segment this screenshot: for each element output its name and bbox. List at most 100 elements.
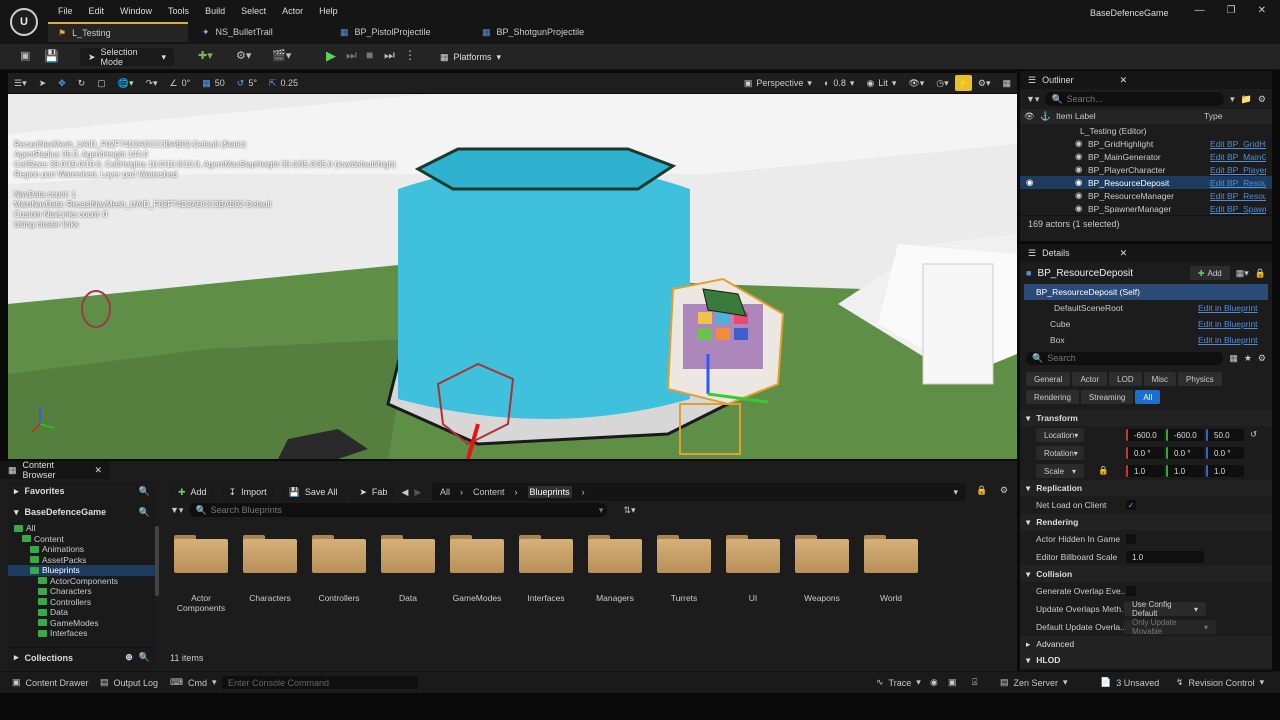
component-row[interactable]: Box Edit in Blueprint xyxy=(1024,332,1268,348)
tree-folder[interactable]: AssetPacks xyxy=(8,555,156,566)
rotation-y-field[interactable]: 0.0 ° xyxy=(1166,447,1204,459)
star-icon[interactable]: ★ xyxy=(1244,353,1252,364)
scale-snap-toggle[interactable]: ⇱ 0.25 xyxy=(263,74,304,92)
close-icon[interactable]: ✕ xyxy=(94,465,102,476)
add-content-icon[interactable]: ✚▾ xyxy=(198,49,213,62)
folder-tile[interactable] xyxy=(795,535,849,575)
project-header[interactable]: ▾ BaseDefenceGame 🔍 xyxy=(8,501,156,523)
viewport-menu-button[interactable]: ☰▾ xyxy=(8,74,33,92)
trace-dropdown[interactable]: ∿ Trace ▾ xyxy=(876,677,921,688)
rotation-x-field[interactable]: 0.0 ° xyxy=(1126,447,1164,459)
tree-folder[interactable]: All xyxy=(8,523,156,534)
screenshot-icon[interactable]: ▣ xyxy=(948,677,957,688)
platforms-dropdown[interactable]: ▦ Platforms ▾ xyxy=(432,48,504,66)
folder-tile[interactable] xyxy=(726,535,780,575)
eject-icon[interactable]: ⏭ xyxy=(384,48,395,63)
details-search-input[interactable]: 🔍 Search xyxy=(1026,351,1224,365)
surface-snap-toggle[interactable]: ↷▾ xyxy=(139,74,163,92)
lock-icon[interactable]: 🔒 xyxy=(1255,268,1266,279)
add-folder-icon[interactable]: 📁 xyxy=(1241,94,1252,105)
gear-icon[interactable]: ⚙ xyxy=(1000,485,1008,496)
breadcrumb-content[interactable]: Content xyxy=(473,487,505,497)
performance-dropdown[interactable]: ◷▾ xyxy=(930,74,954,92)
folder-tile[interactable] xyxy=(381,535,435,575)
net-load-checkbox[interactable]: ✓ xyxy=(1126,500,1136,510)
actor-hidden-checkbox[interactable] xyxy=(1126,534,1136,544)
console-input[interactable]: Enter Console Command xyxy=(222,676,418,689)
section-collision[interactable]: ▾ Collision xyxy=(1020,566,1272,582)
tree-folder[interactable]: GameModes xyxy=(8,618,156,629)
maximize-icon[interactable]: ❐ xyxy=(1227,5,1236,16)
rotation-z-field[interactable]: 0.0 ° xyxy=(1206,447,1244,459)
menu-file[interactable]: File xyxy=(50,6,81,16)
details-tab[interactable]: ☰ Details ✕ xyxy=(1020,244,1272,262)
filter-rendering[interactable]: Rendering xyxy=(1026,390,1079,404)
fov-dropdown[interactable]: ◐ 0.8 ▾ xyxy=(818,74,860,92)
outliner-item-type-link[interactable]: Edit BP_Spawn xyxy=(1210,204,1266,214)
section-replication[interactable]: ▾ Replication xyxy=(1020,480,1272,496)
filter-general[interactable]: General xyxy=(1026,372,1071,386)
menu-window[interactable]: Window xyxy=(112,6,160,16)
history-forward-icon[interactable]: ▶ xyxy=(414,487,421,498)
property-matrix-icon[interactable]: ▦ xyxy=(1229,353,1238,364)
menu-actor[interactable]: Actor xyxy=(274,6,311,16)
outliner-item-type-link[interactable]: Edit BP_Resou xyxy=(1210,191,1266,201)
scale-y-field[interactable]: 1.0 xyxy=(1166,465,1204,477)
folder-tile[interactable] xyxy=(450,535,504,575)
outliner-row[interactable]: ◉ BP_MainGenerator Edit BP_MainG xyxy=(1020,150,1272,163)
chevron-down-icon[interactable]: ▾ xyxy=(1230,94,1235,105)
lit-dropdown[interactable]: ◉ Lit ▾ xyxy=(860,74,902,92)
section-rendering[interactable]: ▾ Rendering xyxy=(1020,514,1272,530)
tree-folder[interactable]: Characters xyxy=(8,586,156,597)
folder-tile[interactable] xyxy=(174,535,228,575)
scale-x-field[interactable]: 1.0 xyxy=(1126,465,1164,477)
more-options-icon[interactable]: ⋮ xyxy=(404,48,416,62)
menu-tools[interactable]: Tools xyxy=(160,6,197,16)
tree-folder[interactable]: Interfaces xyxy=(8,628,156,639)
lock-icon[interactable]: 🔒 xyxy=(976,485,987,496)
rotate-tool[interactable]: ↻ xyxy=(72,74,92,92)
component-row[interactable]: BP_ResourceDeposit (Self) xyxy=(1024,284,1268,300)
tab-ns-bullettrail[interactable]: ✦ NS_BulletTrail xyxy=(192,22,322,42)
bookmark-icon[interactable]: ⍓ xyxy=(972,677,977,688)
billboard-scale-field[interactable]: 1.0 xyxy=(1126,551,1204,563)
folder-tile[interactable] xyxy=(312,535,366,575)
unsaved-button[interactable]: 📄 3 Unsaved xyxy=(1100,677,1159,688)
scale-dropdown[interactable]: Scale ▾ xyxy=(1036,464,1084,478)
rotate-snap-toggle[interactable]: ∠ 0° xyxy=(164,74,197,92)
output-log-button[interactable]: ▤ Output Log xyxy=(100,677,158,688)
folder-tile[interactable] xyxy=(243,535,297,575)
outliner-row[interactable]: ◉ BP_GridHighlight Edit BP_GridHi xyxy=(1020,137,1272,150)
outliner-row[interactable]: ◉ BP_ResourceManager Edit BP_Resou xyxy=(1020,189,1272,202)
play-icon[interactable]: ▶ xyxy=(326,48,336,64)
selection-mode-dropdown[interactable]: ➤ Selection Mode ▾ xyxy=(80,47,174,67)
section-hlod[interactable]: ▾ HLOD xyxy=(1020,652,1272,668)
tree-scrollbar[interactable] xyxy=(155,526,159,596)
tree-folder[interactable]: Animations xyxy=(8,544,156,555)
close-icon[interactable]: ✕ xyxy=(1120,248,1128,259)
tab-l-testing[interactable]: ⚑ L_Testing xyxy=(48,22,188,42)
search-icon[interactable]: 🔍 xyxy=(139,486,150,497)
outliner-item-type-link[interactable]: Edit BP_Player xyxy=(1210,165,1266,175)
tree-folder[interactable]: Controllers xyxy=(8,597,156,608)
save-current-icon[interactable]: ▣ xyxy=(20,49,30,62)
minimize-icon[interactable]: — xyxy=(1195,5,1205,16)
record-icon[interactable]: ◉ xyxy=(930,677,938,688)
column-item-label[interactable]: Item Label xyxy=(1056,111,1096,121)
rotation-dropdown[interactable]: Rotation ▾ xyxy=(1036,446,1084,460)
tree-folder[interactable]: Blueprints xyxy=(8,565,156,576)
menu-select[interactable]: Select xyxy=(233,6,274,16)
close-icon[interactable]: ✕ xyxy=(1120,75,1128,86)
grid-snap-toggle[interactable]: ▦ 50 xyxy=(196,74,231,92)
close-icon[interactable]: ✕ xyxy=(1258,5,1266,16)
viewport-settings[interactable]: ⚙▾ xyxy=(972,74,997,92)
tab-bp-shotgunprojectile[interactable]: ▦ BP_ShotgunProjectile xyxy=(472,22,622,42)
gear-icon[interactable]: ⚙ xyxy=(1258,94,1266,105)
menu-build[interactable]: Build xyxy=(197,6,233,16)
outliner-row[interactable]: ◉ BP_PlayerCharacter Edit BP_Player xyxy=(1020,163,1272,176)
filter-icon[interactable]: ▼▾ xyxy=(170,505,183,516)
tree-folder[interactable]: Data xyxy=(8,607,156,618)
outliner-search-input[interactable]: 🔍 Search... xyxy=(1045,92,1225,106)
outliner-row[interactable]: ◉ BP_SpawnerManager Edit BP_Spawn xyxy=(1020,202,1272,215)
column-type[interactable]: Type xyxy=(1204,111,1222,121)
